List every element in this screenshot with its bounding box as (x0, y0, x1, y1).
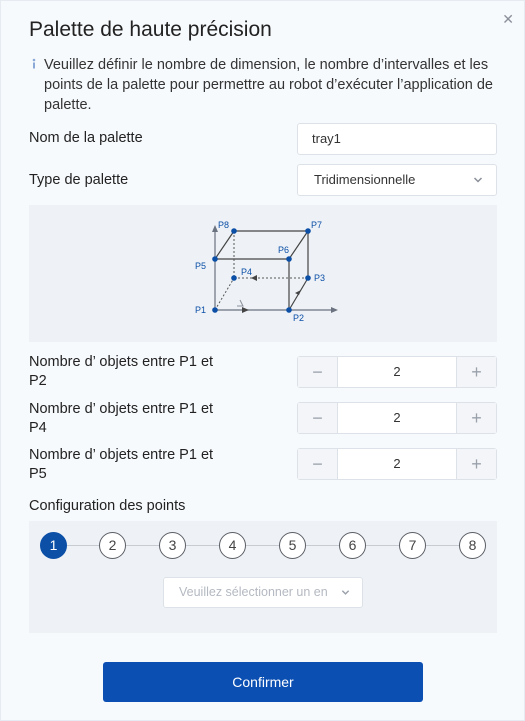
count-p1-p4-stepper: − 2 + (297, 402, 497, 434)
name-label: Nom de la palette (29, 130, 143, 146)
count-p1-p2-stepper: − 2 + (297, 356, 497, 388)
chevron-down-icon (341, 590, 350, 595)
step-4[interactable]: 4 (219, 532, 246, 559)
label-p7: P7 (311, 220, 322, 230)
label-p3: P3 (314, 273, 325, 283)
confirm-button[interactable]: Confirmer (103, 662, 423, 702)
decrement-button[interactable]: − (298, 357, 338, 387)
increment-button[interactable]: + (456, 403, 496, 433)
type-label: Type de palette (29, 172, 129, 188)
info-text: Veuillez définir le nombre de dimension,… (44, 57, 493, 113)
point-select[interactable]: Veuillez sélectionner un en (163, 577, 363, 608)
step-8[interactable]: 8 (459, 532, 486, 559)
step-1[interactable]: 1 (40, 532, 67, 559)
points-config-label: Configuration des points (29, 498, 186, 514)
label-p1: P1 (195, 305, 206, 315)
step-7[interactable]: 7 (399, 532, 426, 559)
point-p8 (231, 228, 237, 234)
info-icon (32, 58, 36, 69)
palette-type-select[interactable]: Tridimensionnelle (297, 164, 497, 196)
stepper-value[interactable]: 2 (338, 449, 456, 479)
step-6[interactable]: 6 (339, 532, 366, 559)
palette-type-value: Tridimensionnelle (314, 172, 416, 187)
decrement-button[interactable]: − (298, 403, 338, 433)
stepper-value[interactable]: 2 (338, 403, 456, 433)
point-p4 (231, 275, 237, 281)
point-p2 (286, 307, 292, 313)
point-select-placeholder: Veuillez sélectionner un en (179, 585, 328, 599)
point-p1 (212, 307, 218, 313)
chevron-down-icon (473, 177, 483, 183)
label-p6: P6 (278, 245, 289, 255)
label-p4: P4 (241, 267, 252, 277)
stepper-value[interactable]: 2 (338, 357, 456, 387)
point-p7 (305, 228, 311, 234)
decrement-button[interactable]: − (298, 449, 338, 479)
label-p5: P5 (195, 261, 206, 271)
count-p1-p5-stepper: − 2 + (297, 448, 497, 480)
dialog-title: Palette de haute précision (29, 18, 272, 41)
label-p2: P2 (293, 313, 304, 323)
count-p1-p4-label: Nombre d’ objets entre P1 et P4 (29, 401, 214, 436)
point-p6 (286, 256, 292, 262)
increment-button[interactable]: + (456, 357, 496, 387)
close-icon[interactable]: ✕ (502, 12, 514, 26)
step-2[interactable]: 2 (99, 532, 126, 559)
label-p8: P8 (218, 220, 229, 230)
step-5[interactable]: 5 (279, 532, 306, 559)
point-p5 (212, 256, 218, 262)
step-3[interactable]: 3 (159, 532, 186, 559)
palette-dialog: Palette de haute précision ✕ Veuillez dé… (0, 0, 525, 721)
palette-diagram: P8 P7 P6 P5 P4 P3 P1 P2 (29, 205, 497, 342)
count-p1-p5-label: Nombre d’ objets entre P1 et P5 (29, 447, 214, 482)
count-p1-p2-label: Nombre d’ objets entre P1 et P2 (29, 354, 214, 389)
point-p3 (305, 275, 311, 281)
increment-button[interactable]: + (456, 449, 496, 479)
cube-diagram-svg: P8 P7 P6 P5 P4 P3 P1 P2 (195, 220, 338, 323)
palette-name-input[interactable]: tray1 (297, 123, 497, 155)
